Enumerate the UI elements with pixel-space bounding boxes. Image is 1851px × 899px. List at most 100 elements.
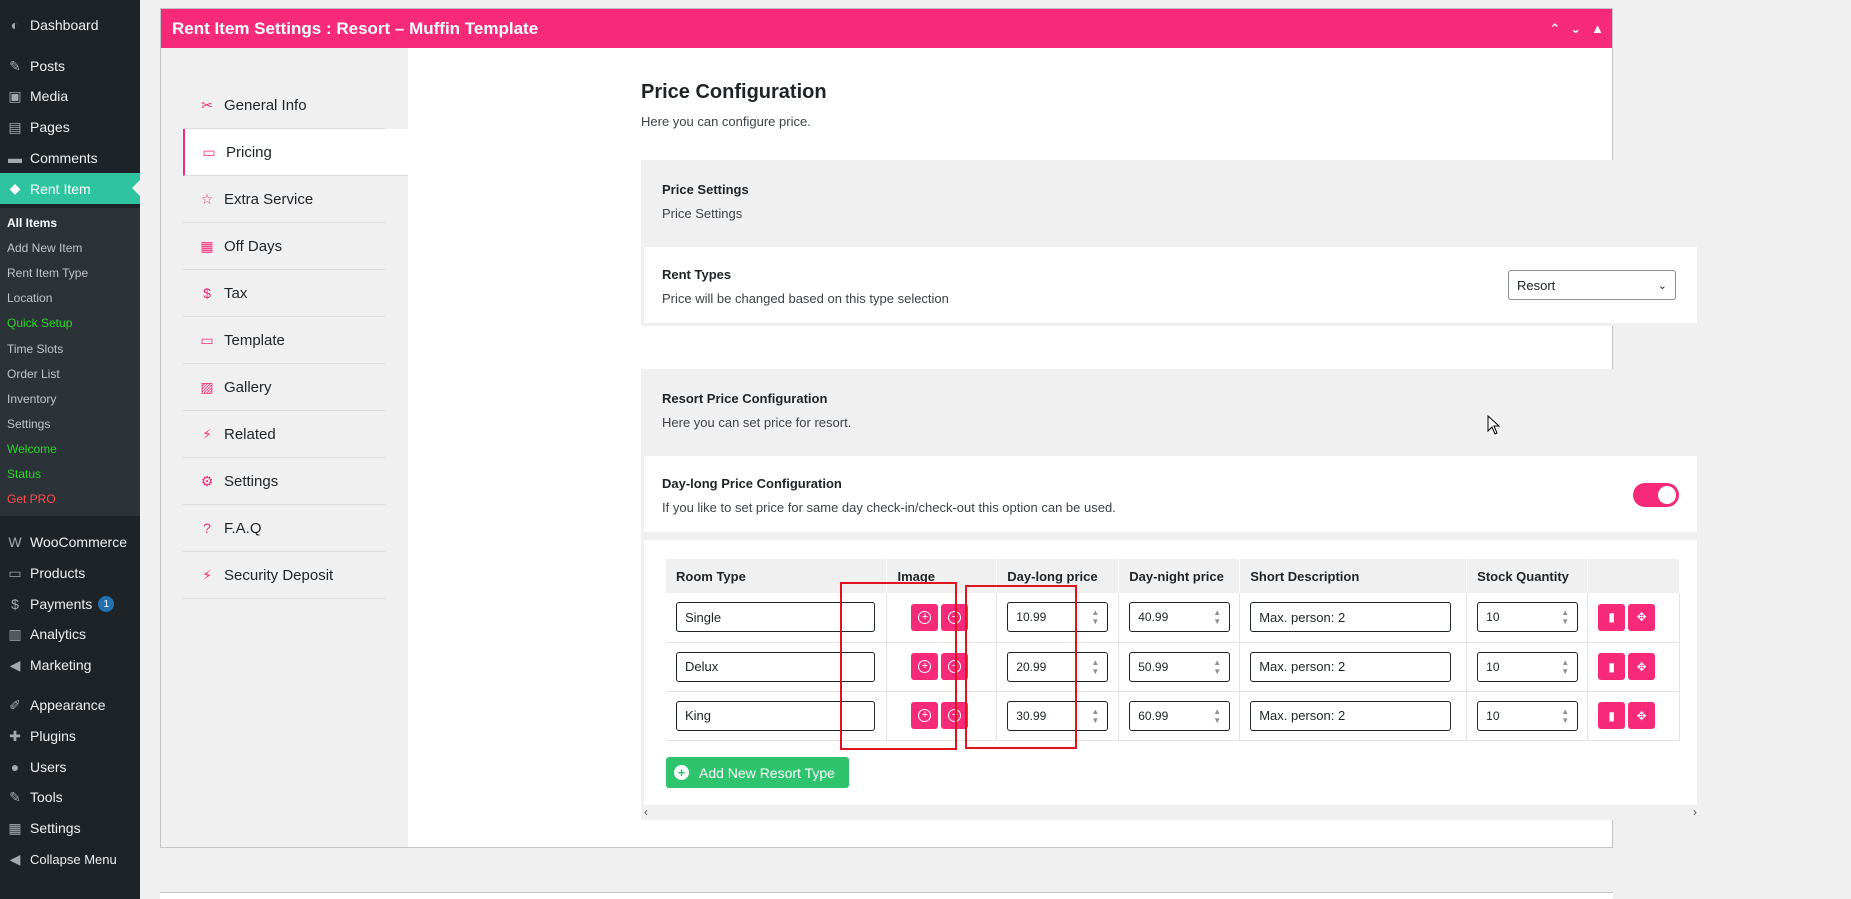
menu-pages[interactable]: ▤ Pages — [0, 112, 140, 142]
tab-extra-service[interactable]: ☆ Extra Service — [183, 176, 385, 223]
menu-dashboard[interactable]: ◐ Dashboard — [0, 10, 140, 40]
submenu-location[interactable]: Location — [7, 291, 52, 305]
trash-icon: ▮ — [1608, 659, 1615, 674]
spinner-icon[interactable]: ▲ ▼ — [1211, 658, 1223, 676]
tab-off-days[interactable]: ▦ Off Days — [183, 223, 385, 270]
tab-faq[interactable]: ? F.A.Q — [183, 505, 385, 552]
submenu-status[interactable]: Status — [7, 467, 41, 481]
move-down-icon[interactable]: ⌄ — [1570, 21, 1581, 37]
submenu-add-new-item[interactable]: Add New Item — [7, 241, 82, 255]
spinner-icon[interactable]: ▲ ▼ — [1559, 608, 1571, 626]
daylong-toggle[interactable] — [1633, 483, 1679, 507]
delete-row-button[interactable]: ▮ — [1598, 603, 1626, 631]
col-stock-quantity: Stock Quantity — [1466, 559, 1589, 593]
price-settings-title: Price Settings — [662, 182, 749, 197]
col-actions — [1587, 559, 1680, 593]
menu-payments[interactable]: $ Payments 1 — [0, 589, 140, 619]
short-description-input[interactable]: Max. person: 2 — [1250, 602, 1452, 633]
table-row: Delux + − 20.99 ▲ ▼ 50.99 ▲ ▼ Max. person: 2 … — [666, 642, 1680, 692]
menu-plugins[interactable]: ✚ Plugins — [0, 721, 140, 751]
spinner-icon[interactable]: ▲ ▼ — [1089, 658, 1101, 676]
daynight-price-input[interactable]: 60.99 ▲ ▼ — [1129, 700, 1231, 731]
menu-posts[interactable]: ✎ Posts — [0, 51, 140, 81]
spinner-icon[interactable]: ▲ ▼ — [1089, 707, 1101, 725]
rent-type-select[interactable]: Resort ⌄ — [1508, 270, 1676, 300]
menu-woocommerce[interactable]: W WooCommerce — [0, 527, 140, 557]
menu-users[interactable]: ● Users — [0, 752, 140, 782]
submenu-inventory[interactable]: Inventory — [7, 392, 56, 406]
spinner-icon[interactable]: ▲ ▼ — [1559, 707, 1571, 725]
menu-analytics[interactable]: ▥ Analytics — [0, 619, 140, 649]
gear-icon: ⚙ — [200, 472, 214, 489]
menu-comments[interactable]: ▬ Comments — [0, 143, 140, 173]
calendar-icon: ▦ — [200, 237, 214, 254]
daynight-price-input[interactable]: 40.99 ▲ ▼ — [1129, 602, 1231, 633]
drag-row-button[interactable]: ✥ — [1628, 653, 1656, 680]
drag-row-button[interactable]: ✥ — [1628, 603, 1656, 631]
menu-collapse[interactable]: ◀ Collapse Menu — [0, 844, 140, 874]
submenu-welcome[interactable]: Welcome — [7, 442, 57, 456]
payments-badge: 1 — [98, 596, 115, 612]
tab-settings[interactable]: ⚙ Settings — [183, 458, 385, 505]
dashboard-icon: ◐ — [10, 17, 20, 33]
stock-quantity-input[interactable]: 10 ▲ ▼ — [1477, 602, 1579, 633]
spinner-icon[interactable]: ▲ ▼ — [1211, 608, 1223, 626]
tag-icon: ◆ — [9, 180, 21, 196]
next-panel-edge — [160, 892, 1613, 899]
card-icon: ▭ — [200, 331, 214, 348]
tab-tax[interactable]: $ Tax — [183, 270, 385, 317]
daylong-desc: If you like to set price for same day ch… — [662, 500, 1116, 515]
menu-products[interactable]: ▭ Products — [0, 558, 140, 588]
submenu-rent-item-type[interactable]: Rent Item Type — [7, 266, 88, 280]
tab-related[interactable]: ⚡ Related — [183, 411, 385, 458]
table-row: Single + − 10.99 ▲ ▼ 40.99 ▲ ▼ Max. person: 2… — [666, 593, 1680, 643]
spinner-icon[interactable]: ▲ ▼ — [1211, 707, 1223, 725]
move-up-icon[interactable]: ⌃ — [1549, 21, 1560, 37]
tab-security-deposit[interactable]: ⚡ Security Deposit — [183, 552, 385, 599]
menu-tools[interactable]: ✎ Tools — [0, 782, 140, 812]
submenu-time-slots[interactable]: Time Slots — [7, 342, 63, 356]
resort-price-title: Resort Price Configuration — [662, 391, 828, 406]
add-new-resort-type-button[interactable]: + Add New Resort Type — [666, 757, 849, 788]
menu-settings[interactable]: ▦ Settings — [0, 813, 140, 843]
stock-quantity-input[interactable]: 10 ▲ ▼ — [1477, 651, 1579, 682]
daynight-price-input[interactable]: 50.99 ▲ ▼ — [1129, 651, 1231, 682]
menu-media[interactable]: ▣ Media — [0, 81, 140, 111]
scroll-left-icon[interactable]: ‹ — [644, 805, 648, 819]
submenu-quick-setup[interactable]: Quick Setup — [7, 316, 72, 330]
delete-row-button[interactable]: ▮ — [1598, 702, 1626, 729]
scroll-right-icon[interactable]: › — [1693, 805, 1697, 819]
plug-icon: ⚡ — [202, 425, 212, 442]
page-title: Price Configuration — [641, 81, 827, 103]
tab-pricing[interactable]: ▭ Pricing — [183, 129, 408, 176]
delete-row-button[interactable]: ▮ — [1598, 653, 1626, 680]
analytics-icon: ▥ — [8, 625, 22, 642]
submenu-order-list[interactable]: Order List — [7, 367, 60, 381]
panel-controls: ⌃ ⌄ ▲ — [1549, 9, 1604, 48]
spinner-icon[interactable]: ▲ ▼ — [1559, 658, 1571, 676]
short-description-input[interactable]: Max. person: 2 — [1250, 651, 1452, 682]
submenu-settings[interactable]: Settings — [7, 417, 50, 431]
settings-tabs: ✂ General Info ▭ Pricing ☆ Extra Service ▦ O… — [161, 48, 408, 847]
plus-circle-icon: + — [674, 765, 689, 780]
plug-icon: ⚡ — [202, 566, 212, 583]
toggle-panel-icon[interactable]: ▲ — [1591, 21, 1604, 36]
spinner-icon[interactable]: ▲ ▼ — [1089, 608, 1101, 626]
tab-gallery[interactable]: ▨ Gallery — [183, 364, 385, 411]
col-short-description: Short Description — [1239, 559, 1468, 593]
daynight-price-highlight — [965, 585, 1077, 749]
submenu-all-items[interactable]: All Items — [7, 216, 57, 230]
tab-template[interactable]: ▭ Template — [183, 317, 385, 364]
tab-general-info[interactable]: ✂ General Info — [183, 82, 385, 129]
short-description-input[interactable]: Max. person: 2 — [1250, 700, 1452, 731]
menu-rent-item[interactable]: ◆ Rent Item — [0, 173, 140, 204]
stock-quantity-input[interactable]: 10 ▲ ▼ — [1477, 700, 1579, 731]
rent-type-selected: Resort — [1517, 277, 1556, 293]
menu-marketing[interactable]: ◀ Marketing — [0, 650, 140, 680]
submenu-get-pro[interactable]: Get PRO — [7, 492, 56, 506]
drag-row-button[interactable]: ✥ — [1628, 702, 1656, 729]
brush-icon: ✐ — [9, 696, 21, 713]
rent-types-title: Rent Types — [662, 267, 732, 282]
price-settings-section: Price Settings Price Settings Rent Types… — [641, 160, 1700, 326]
menu-appearance[interactable]: ✐ Appearance — [0, 690, 140, 720]
